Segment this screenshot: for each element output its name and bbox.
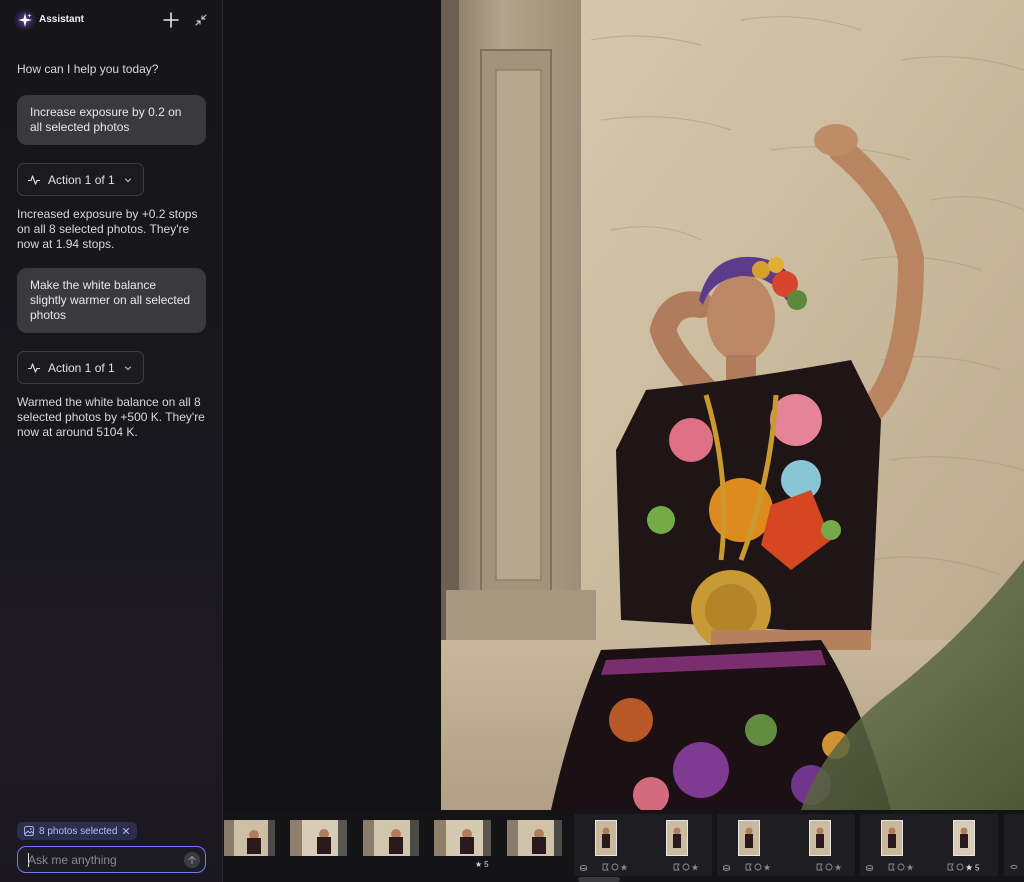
svg-text:★: ★: [763, 864, 771, 873]
selection-chip-label: 8 photos selected: [39, 825, 118, 837]
filmstrip-thumbnail[interactable]: [881, 820, 903, 856]
filmstrip-thumbnail[interactable]: [738, 820, 760, 856]
rating-value: 5: [484, 860, 489, 869]
assistant-panel: Assistant How can I help you today? Incr…: [0, 0, 223, 882]
assistant-greeting: How can I help you today?: [17, 62, 159, 76]
user-message: Increase exposure by 0.2 on all selected…: [17, 95, 206, 145]
collapse-panel-button[interactable]: [191, 10, 211, 30]
star-icon: ★: [475, 860, 483, 869]
rating-value: 5: [975, 864, 980, 873]
ask-input[interactable]: [28, 852, 178, 868]
filmstrip-thumbnail[interactable]: [434, 820, 491, 856]
assistant-header: Assistant: [0, 0, 223, 40]
assistant-reply: Increased exposure by +0.2 stops on all …: [17, 207, 198, 251]
assistant-reply: Warmed the white balance on all 8 select…: [17, 395, 205, 439]
svg-text:★: ★: [965, 864, 973, 873]
filmstrip-thumbnail[interactable]: [595, 820, 617, 856]
activity-icon: [28, 362, 40, 373]
arrow-up-icon: [188, 855, 196, 865]
selection-chip[interactable]: 8 photos selected: [17, 822, 138, 840]
minimize-arrows-icon: [195, 14, 207, 26]
svg-text:★: ★: [620, 864, 628, 873]
activity-icon: [28, 174, 40, 185]
plus-icon: [163, 12, 179, 28]
chevron-down-icon: [124, 365, 131, 370]
close-icon[interactable]: [122, 827, 130, 835]
ask-input-container[interactable]: [17, 846, 206, 873]
filmstrip-thumbnail[interactable]: [666, 820, 688, 856]
new-chat-button[interactable]: [161, 10, 181, 30]
thumbnail-rating: ★ 5: [475, 860, 489, 869]
filmstrip-cell[interactable]: ★ 5: [933, 814, 998, 876]
filmstrip-cell[interactable]: ★ ★: [574, 814, 712, 876]
photo-viewer: [224, 0, 1024, 810]
assistant-title: Assistant: [39, 14, 85, 25]
thumbnail-status-icons: ★ ★: [580, 864, 699, 873]
filmstrip-thumbnail[interactable]: [809, 820, 831, 856]
filmstrip: ★ 5 ★ ★ ★ ★ ★ ★ 5: [224, 810, 1024, 882]
action-label: Action 1 of 1: [48, 360, 115, 375]
filmstrip-scrollbar[interactable]: [578, 877, 620, 882]
svg-text:★: ★: [691, 864, 699, 873]
thumbnail-status-icons: ★ 5: [947, 864, 980, 873]
stack-icon: [1010, 865, 1018, 869]
svg-text:★: ★: [906, 864, 914, 873]
filmstrip-cell[interactable]: [1004, 814, 1024, 876]
action-dropdown[interactable]: Action 1 of 1: [17, 351, 144, 384]
action-label: Action 1 of 1: [48, 172, 115, 187]
filmstrip-thumbnail[interactable]: [224, 820, 275, 856]
action-dropdown[interactable]: Action 1 of 1: [17, 163, 144, 196]
filmstrip-cell[interactable]: ★ ★: [717, 814, 855, 876]
filmstrip-thumbnail[interactable]: [953, 820, 975, 856]
main-photo[interactable]: [441, 0, 1024, 810]
filmstrip-thumbnail[interactable]: [507, 820, 562, 856]
thumbnail-status-icons: ★ ★: [723, 864, 842, 873]
svg-text:★: ★: [834, 864, 842, 873]
send-button[interactable]: [184, 852, 200, 868]
image-icon: [24, 826, 34, 836]
filmstrip-thumbnail[interactable]: [290, 820, 347, 856]
user-message: Make the white balance slightly warmer o…: [17, 268, 206, 333]
chevron-down-icon: [124, 177, 131, 182]
sparkle-icon: [14, 9, 36, 31]
filmstrip-thumbnail[interactable]: [363, 820, 419, 856]
